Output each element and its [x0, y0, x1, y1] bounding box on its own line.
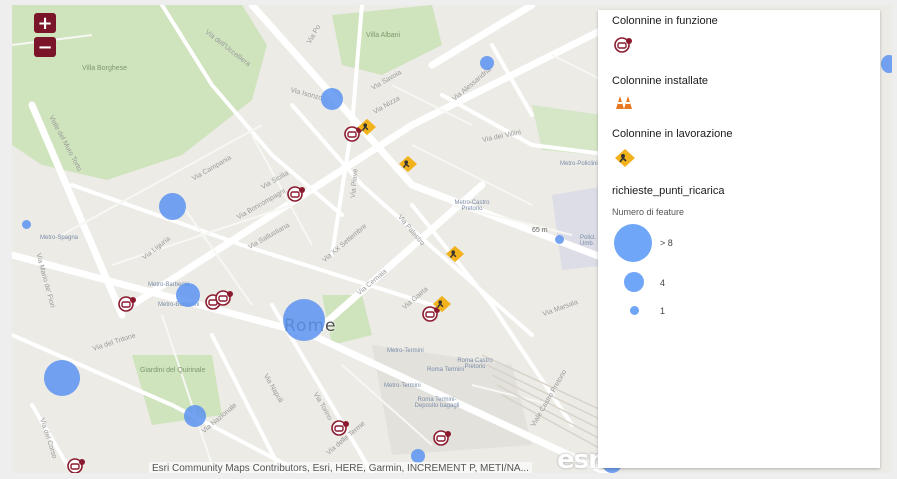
metro-label: Roma Termini-Deposito bagagli: [414, 397, 460, 409]
map-attribution: Esri Community Maps Contributors, Esri, …: [149, 462, 532, 473]
request-bubble[interactable]: [176, 283, 200, 307]
car-charging-icon: [614, 36, 634, 59]
place-label: Villa Albani: [366, 32, 401, 39]
legend-subtitle: Numero di feature: [612, 207, 685, 217]
request-bubble[interactable]: [22, 220, 31, 229]
request-bubble[interactable]: [44, 360, 80, 396]
legend-panel: Colonnine in funzione Colonnine installa…: [598, 10, 880, 468]
legend-title-lavorazione: Colonnine in lavorazione: [612, 128, 733, 140]
request-bubble[interactable]: [480, 56, 494, 70]
charging-station-marker[interactable]: [215, 289, 235, 312]
charging-station-marker[interactable]: [433, 429, 453, 452]
roadwork-marker[interactable]: [445, 245, 465, 268]
roadwork-marker[interactable]: [357, 118, 377, 141]
request-bubble[interactable]: [321, 88, 343, 110]
request-bubble[interactable]: [283, 299, 325, 341]
metro-label: Metro-Castro Pretorio: [454, 200, 490, 212]
request-bubble[interactable]: [184, 405, 206, 427]
zoom-out-button[interactable]: −: [34, 37, 56, 58]
charging-station-marker[interactable]: [118, 295, 138, 318]
request-bubble[interactable]: [411, 449, 425, 463]
roadwork-marker[interactable]: [398, 155, 418, 178]
place-label: Villa Borghese: [82, 65, 128, 72]
traffic-cones-icon: [614, 94, 634, 115]
legend-class-large: > 8: [660, 238, 673, 248]
roadwork-marker[interactable]: [432, 295, 452, 318]
metro-label: Metro-Spagna: [40, 235, 79, 241]
legend-title-installate: Colonnine installate: [612, 75, 709, 87]
charging-station-marker[interactable]: [67, 457, 87, 473]
legend-size-small: [630, 306, 639, 315]
legend-class-small: 1: [660, 306, 666, 316]
zoom-in-button[interactable]: +: [34, 13, 56, 34]
metro-label: Metro-Termini: [387, 348, 424, 354]
legend-size-medium: [624, 272, 644, 292]
legend-title-in-funzione: Colonnine in funzione: [612, 15, 718, 27]
request-bubble[interactable]: [881, 55, 892, 73]
metro-label: Roma Castro Pretorio: [457, 358, 493, 370]
request-bubble[interactable]: [159, 193, 186, 220]
legend-size-large: [614, 224, 652, 262]
roadwork-icon: [614, 148, 636, 173]
legend-title-richieste: richieste_punti_ricarica: [612, 185, 725, 197]
request-bubble[interactable]: [555, 235, 564, 244]
charging-station-marker[interactable]: [331, 419, 351, 442]
distance-label: 65 m: [532, 227, 548, 234]
charging-station-marker[interactable]: [287, 185, 307, 208]
place-label: Giardini del Quirinale: [140, 367, 206, 374]
metro-label: Metro-Termini: [384, 383, 421, 389]
legend-class-medium: 4: [660, 278, 666, 288]
